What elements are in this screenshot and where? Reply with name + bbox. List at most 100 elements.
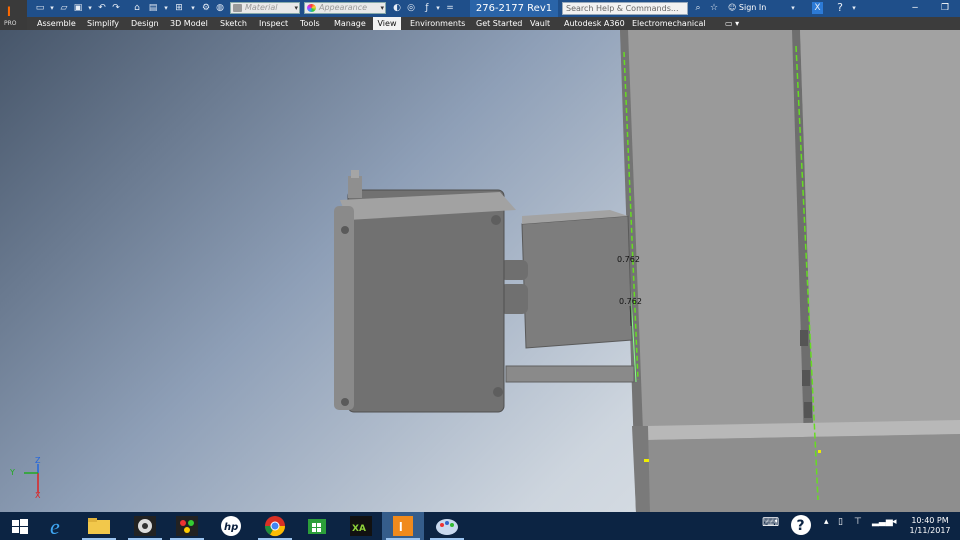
system-clock[interactable]: 10:40 PM 1/11/2017 [906,516,954,536]
tab-inspect[interactable]: Inspect [257,17,290,30]
favorites-star-icon[interactable]: ☆ [708,2,720,14]
adjust-icon[interactable]: ◎ [405,2,417,14]
internet-explorer-icon[interactable]: e [38,512,80,540]
tab-autodesk-a360[interactable]: Autodesk A360 [562,17,627,30]
network-icon[interactable]: ▂▃▅ [872,517,893,527]
triad-x-label: X [35,491,41,500]
slot [802,370,810,386]
restore-button[interactable]: ❐ [930,0,960,17]
motor-nozzle [348,176,362,198]
dropdown-icon[interactable]: ▾ [848,2,860,14]
customize-icon[interactable]: = [444,2,456,14]
redo-icon[interactable]: ↷ [110,2,122,14]
undo-icon[interactable]: ↶ [96,2,108,14]
frame-foot [632,426,650,512]
paint-app-icon[interactable] [166,512,208,540]
ribbon-tab-bar: Assemble Simplify Design 3D Model Sketch… [27,17,960,30]
tab-get-started[interactable]: Get Started [474,17,524,30]
dropdown-icon[interactable]: ▾ [187,2,199,14]
save-icon[interactable]: ▣ [72,2,84,14]
tab-3d-model[interactable]: 3D Model [168,17,210,30]
tab-tools[interactable]: Tools [298,17,322,30]
inventor-icon[interactable]: I [382,512,424,540]
webcam-app-icon[interactable] [124,512,166,540]
tab-manage[interactable]: Manage [332,17,368,30]
material-combo[interactable]: Material ▾ [230,2,300,14]
triad-y-label: Y [10,468,15,477]
appearance-value: Appearance [319,3,368,12]
clear-appearance-icon[interactable]: ◐ [391,2,403,14]
title-bar: ▭ ▾ ▱ ▣ ▾ ↶ ↷ ⌂ ▤ ▾ ⊞ ▾ ⚙ ◍ Material ▾ A… [0,0,960,17]
tab-simplify[interactable]: Simplify [85,17,121,30]
tab-view[interactable]: View [373,17,401,30]
logo-badge: PRO [4,20,17,27]
update-icon[interactable]: ▤ [147,2,159,14]
appearance-combo[interactable]: Appearance ▾ [304,2,386,14]
tab-assemble[interactable]: Assemble [35,17,78,30]
document-title: 276-2177 Rev1 [470,0,558,17]
ribbon-options-icon[interactable]: ▭ ▾ [723,17,741,30]
tab-environments[interactable]: Environments [408,17,467,30]
svg-text:I: I [399,519,403,534]
tab-vault[interactable]: Vault [528,17,552,30]
start-button[interactable] [0,512,42,540]
windows-taskbar: e hp XA I ⌨ ? ▴ ▯ ⊤ ▂▃▅ ◂ 10:40 PM 1/11/… [0,512,960,540]
home-icon[interactable]: ⌂ [131,2,143,14]
dropdown-icon[interactable]: ▾ [46,2,58,14]
dropdown-icon[interactable]: ▾ [84,2,96,14]
sign-in-label: Sign In [738,3,767,12]
keyboard-icon[interactable]: ⌨ [762,515,779,529]
clock-date: 1/11/2017 [909,526,951,535]
tab-design[interactable]: Design [129,17,161,30]
selection-marker [818,450,821,453]
dropdown-icon[interactable]: ▾ [432,2,444,14]
paint-palette-icon[interactable] [426,512,468,540]
action-icon[interactable]: ▯ [838,517,843,527]
color-icon[interactable]: ◍ [214,2,226,14]
app-logo[interactable]: I PRO [0,0,27,30]
device-icon[interactable]: ⊤ [854,517,862,527]
properties-icon[interactable]: ⚙ [200,2,212,14]
xilinx-icon[interactable]: XA [340,512,382,540]
new-icon[interactable]: ▭ [34,2,46,14]
svg-text:e: e [50,514,60,539]
svg-text:?: ? [797,518,805,534]
open-icon[interactable]: ▱ [58,2,70,14]
assembly-model[interactable]: 0.762 0.762 [0,30,960,512]
help-tray-icon[interactable]: ? [790,514,812,539]
clock-time: 10:40 PM [911,516,949,525]
dropdown-icon[interactable]: ▾ [787,2,799,14]
binoculars-icon[interactable]: ⌕ [692,2,704,14]
bracket-block [521,215,633,349]
sign-in-button[interactable]: ☺ Sign In [728,2,766,14]
slot [804,402,812,418]
file-explorer-icon[interactable] [78,512,120,540]
help-icon[interactable]: ? [834,2,846,14]
svg-text:XA: XA [352,524,366,534]
tab-electromechanical[interactable]: Electromechanical [630,17,708,30]
dimension-label[interactable]: 0.762 [617,255,640,264]
graphics-viewport[interactable]: ‒ ❐ ✕ 0 [0,30,960,512]
material-value: Material [245,3,278,12]
store-icon[interactable] [296,512,338,540]
dropdown-icon[interactable]: ▾ [160,2,172,14]
volume-icon[interactable]: ◂ [892,517,897,527]
exchange-apps-icon[interactable]: X [812,2,823,14]
hp-icon[interactable]: hp [210,512,252,540]
select-icon[interactable]: ⊞ [173,2,185,14]
motor-nozzle-tip [351,170,359,178]
search-input[interactable]: Search Help & Commands... [562,2,688,15]
user-icon: ☺ [728,3,737,12]
motor-housing-side [334,206,354,410]
chevron-down-icon: ▾ [380,4,384,12]
chrome-icon[interactable] [254,512,296,540]
inventor-logo-icon: I [7,3,11,19]
screw-hole [491,215,501,225]
slot [800,330,808,346]
show-hidden-icons[interactable]: ▴ [824,517,829,527]
triad-z-label: Z [35,456,41,465]
tab-sketch[interactable]: Sketch [218,17,249,30]
svg-text:hp: hp [224,522,238,533]
dimension-label[interactable]: 0.762 [619,297,642,306]
screw-hole [341,398,349,406]
